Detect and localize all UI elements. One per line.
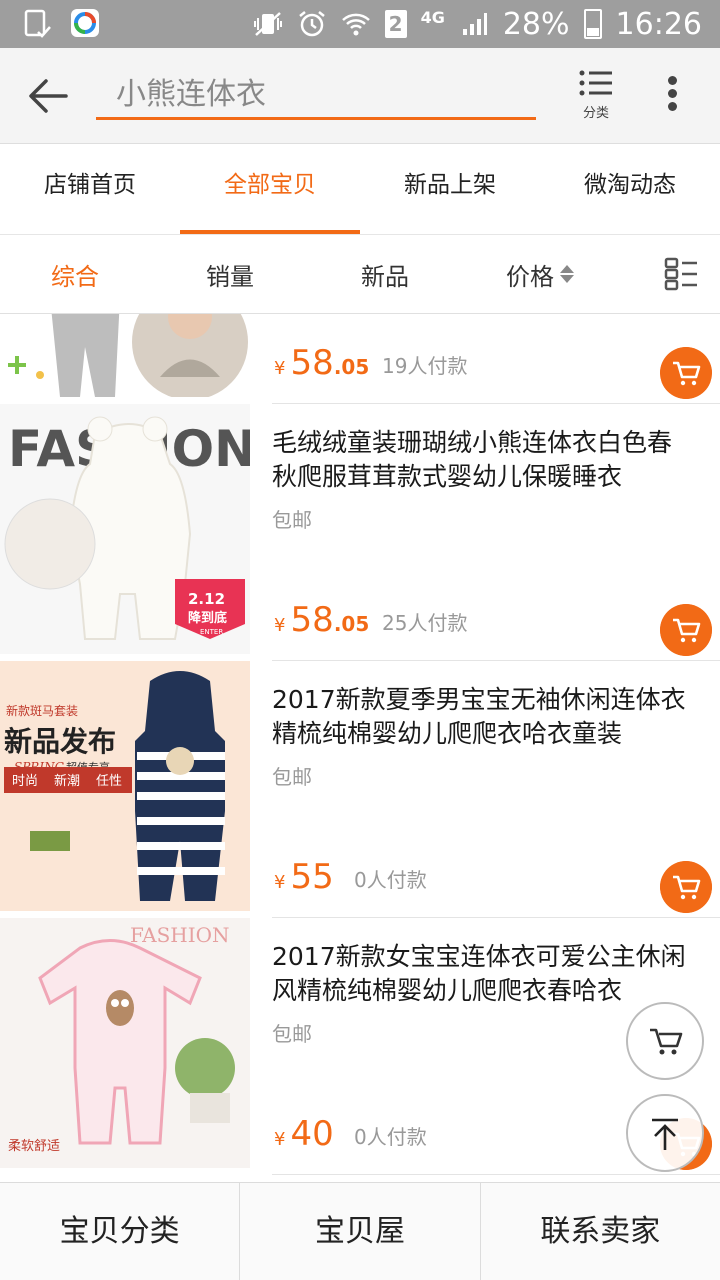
sold-count: 25人付款: [382, 611, 468, 635]
battery-icon: [583, 9, 602, 39]
sold-count: 0人付款: [354, 1125, 427, 1149]
product-image[interactable]: [0, 314, 250, 397]
list-icon: [579, 70, 612, 96]
image-headline: 新品发布: [4, 725, 116, 758]
notification-icon: [24, 9, 51, 38]
sort-bar: 综合 销量 新品 价格: [0, 234, 720, 314]
app-notification-icon: [71, 9, 99, 37]
search-header: 分类: [0, 48, 720, 144]
tab-weitao-feed[interactable]: 微淘动态: [540, 144, 720, 234]
back-to-top-icon: [652, 1118, 678, 1150]
image-badge-text: 降到底: [188, 610, 227, 626]
clock: 16:26: [615, 6, 702, 42]
back-to-top-button[interactable]: [626, 1094, 704, 1172]
search-input[interactable]: [96, 66, 536, 116]
status-bar: 2 4G 28% 16:26: [0, 0, 720, 48]
product-title[interactable]: 2017新款女宝宝连体衣可爱公主休闲风精梳纯棉婴幼儿爬爬衣春哈衣: [272, 940, 720, 1008]
product-price: ¥ 58.05: [274, 600, 370, 640]
image-caption: 柔软舒适: [8, 1139, 60, 1154]
contact-seller-button[interactable]: 联系卖家: [481, 1183, 720, 1280]
item-categories-button[interactable]: 宝贝分类: [0, 1183, 241, 1280]
product-item[interactable]: FASHION 2.12 降到底 ENTER 毛绒绒童装珊瑚绒小熊连体衣白色春秋…: [0, 404, 720, 661]
bottom-bar: 宝贝分类 宝贝屋 联系卖家: [0, 1182, 720, 1280]
product-price: ¥ 40: [274, 1114, 334, 1154]
product-image[interactable]: FASHION 2.12 降到底 ENTER: [0, 404, 250, 654]
image-tag-3: 任性: [96, 774, 122, 789]
grid-list-toggle-icon[interactable]: [664, 257, 698, 291]
image-badge-sub: ENTER: [200, 628, 223, 636]
image-badge-date: 2.12: [188, 590, 225, 608]
category-button[interactable]: 分类: [576, 70, 616, 121]
back-arrow-icon[interactable]: [26, 76, 70, 116]
image-tag-1: 时尚: [12, 774, 38, 789]
battery-percent: 28%: [502, 6, 570, 42]
cart-icon[interactable]: [660, 347, 712, 399]
product-item[interactable]: FASHION 柔软舒适 2017新款女宝宝连体衣可爱公主休闲风精梳纯棉婴幼儿爬…: [0, 918, 720, 1175]
product-price: ¥ 58.05: [274, 343, 370, 383]
product-info: 毛绒绒童装珊瑚绒小熊连体衣白色春秋爬服茸茸款式婴幼儿保暖睡衣 包邮 ¥ 58.0…: [272, 404, 720, 661]
tab-shop-home[interactable]: 店铺首页: [0, 144, 180, 234]
image-banner-text: FASHION: [130, 923, 230, 947]
product-item[interactable]: ¥ 58.05 19人付款: [0, 314, 720, 404]
tab-all-items[interactable]: 全部宝贝: [180, 144, 360, 234]
cart-icon[interactable]: [660, 861, 712, 913]
image-tag-2: 新潮: [54, 773, 80, 789]
sort-new[interactable]: 新品: [310, 257, 460, 292]
cart-icon: [650, 1028, 683, 1055]
product-title[interactable]: 2017新款夏季男宝宝无袖休闲连体衣精梳纯棉婴幼儿爬爬衣哈衣童装: [272, 683, 720, 751]
sort-price-label: 价格: [506, 262, 554, 291]
product-info: 2017新款夏季男宝宝无袖休闲连体衣精梳纯棉婴幼儿爬爬衣哈衣童装 包邮 ¥ 55…: [272, 661, 720, 918]
more-vertical-icon[interactable]: [660, 76, 684, 116]
product-price: ¥ 55: [274, 857, 334, 897]
sold-count: 0人付款: [354, 868, 427, 892]
shipping-label: 包邮: [272, 508, 312, 532]
signal-icon: [462, 13, 487, 35]
search-box[interactable]: [96, 66, 536, 120]
alarm-icon: [298, 11, 325, 37]
vibrate-icon: [253, 12, 282, 36]
item-house-button[interactable]: 宝贝屋: [240, 1183, 481, 1280]
product-image[interactable]: 新款斑马套装 新品发布 SPRING 超值专享 时尚 新潮 任性: [0, 661, 250, 911]
sort-arrows-icon: [560, 265, 574, 283]
wifi-icon: [341, 13, 370, 36]
cart-icon[interactable]: [660, 604, 712, 656]
product-item[interactable]: 新款斑马套装 新品发布 SPRING 超值专享 时尚 新潮 任性 2017新款夏…: [0, 661, 720, 918]
product-list: ¥ 58.05 19人付款 FASHION 2.12 降到底 ENTER 毛绒绒…: [0, 314, 720, 1182]
product-image[interactable]: FASHION 柔软舒适: [0, 918, 250, 1168]
product-info: ¥ 58.05 19人付款: [272, 314, 720, 404]
sim-slot-indicator: 2: [384, 10, 407, 38]
shop-tabs: 店铺首页 全部宝贝 新品上架 微淘动态: [0, 144, 720, 234]
sort-price[interactable]: 价格: [460, 257, 620, 292]
tab-new-arrivals[interactable]: 新品上架: [360, 144, 540, 234]
floating-cart-button[interactable]: [626, 1002, 704, 1080]
sort-comprehensive[interactable]: 综合: [0, 257, 150, 292]
category-label: 分类: [582, 106, 609, 121]
sort-sales[interactable]: 销量: [150, 257, 310, 292]
image-top-text: 新款斑马套装: [6, 703, 78, 718]
product-title[interactable]: 毛绒绒童装珊瑚绒小熊连体衣白色春秋爬服茸茸款式婴幼儿保暖睡衣: [272, 426, 720, 494]
network-type: 4G: [420, 7, 445, 27]
shipping-label: 包邮: [272, 765, 312, 789]
sold-count: 19人付款: [382, 354, 468, 378]
